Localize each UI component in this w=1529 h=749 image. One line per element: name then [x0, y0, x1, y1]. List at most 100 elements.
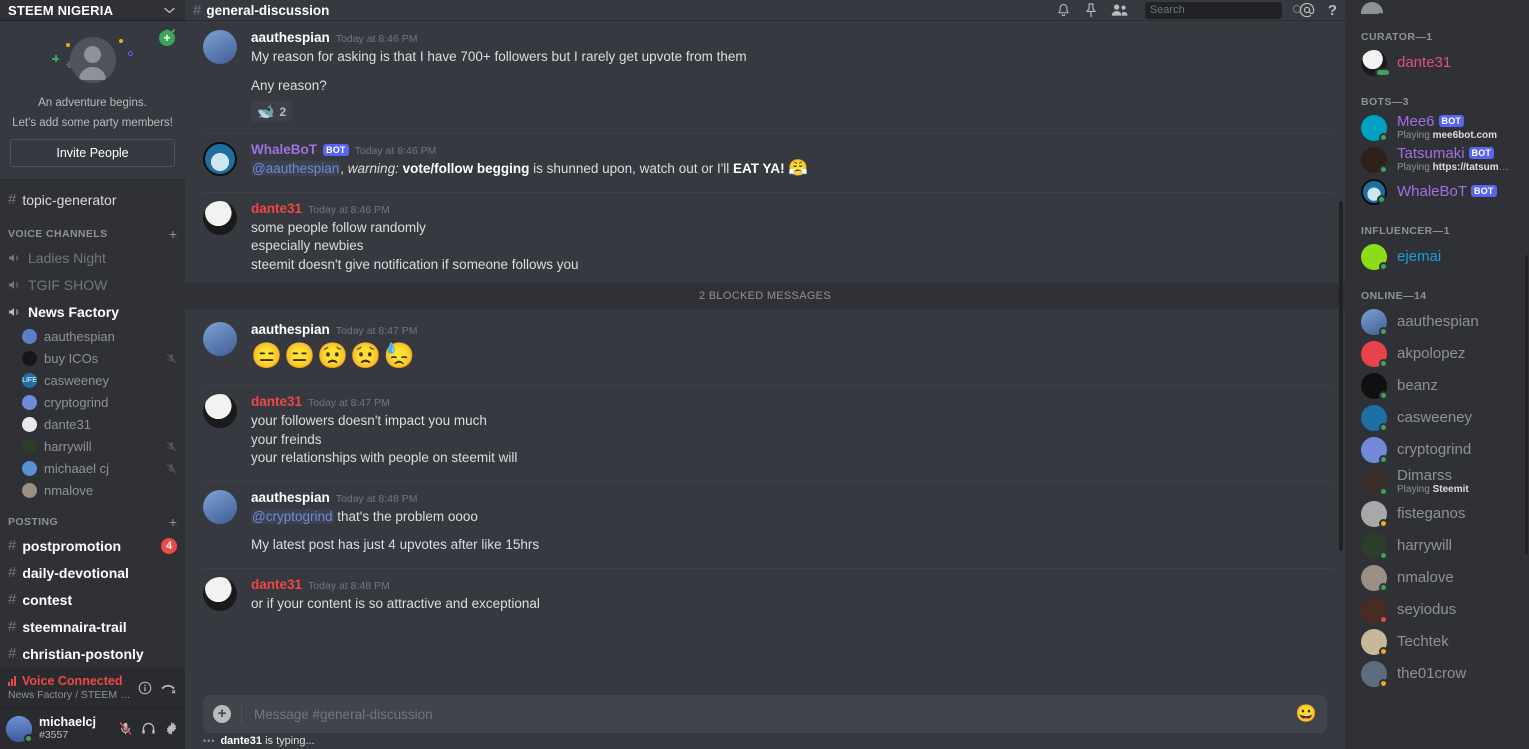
mic-muted-icon[interactable]: [118, 721, 133, 736]
message-text: @cryptogrind that's the problem oooo: [251, 508, 1333, 526]
message-author[interactable]: WhaleBoT: [251, 142, 317, 158]
member-row-ejemai[interactable]: ejemai: [1353, 241, 1521, 273]
member-row-dimarss[interactable]: Dimarss Playing Steemit: [1353, 466, 1521, 498]
member-row-aauthespian[interactable]: aauthespian: [1353, 306, 1521, 338]
member-row-fisteganos[interactable]: fisteganos: [1353, 498, 1521, 530]
add-attachment-icon[interactable]: +: [203, 705, 241, 723]
voice-channel-news-factory[interactable]: News Factory: [0, 298, 185, 325]
pin-icon[interactable]: [1084, 2, 1098, 18]
message-author[interactable]: aauthespian: [251, 490, 330, 506]
avatar[interactable]: [203, 576, 237, 611]
voice-member[interactable]: nmalove: [0, 479, 185, 501]
channel-sidebar: STEEM NIGERIA ✕ ✥ + An adventure begins.…: [0, 0, 185, 749]
channel-topic-generator[interactable]: # topic-generator: [0, 186, 185, 213]
voice-channel-ladies-night[interactable]: Ladies Night: [0, 244, 185, 271]
voice-member[interactable]: LIFE casweeney: [0, 369, 185, 391]
avatar: [1361, 501, 1388, 528]
user-mention[interactable]: @cryptogrind: [251, 508, 334, 524]
plus-icon[interactable]: +: [169, 515, 177, 529]
voice-member-name: michaael cj: [44, 460, 110, 476]
messages-scrollbar[interactable]: [1339, 201, 1343, 551]
member-row-nmalove[interactable]: nmalove: [1353, 562, 1521, 594]
plus-icon[interactable]: +: [169, 227, 177, 241]
channel-steemnaira-trail[interactable]: # steemnaira-trail: [0, 613, 185, 640]
voice-member-name: buy ICOs: [44, 350, 99, 366]
gear-icon[interactable]: [164, 721, 179, 736]
category-posting[interactable]: POSTING +: [0, 501, 185, 532]
message-author[interactable]: aauthespian: [251, 322, 330, 338]
member-row-dante31[interactable]: dante31: [1353, 47, 1521, 79]
emoji-picker-icon[interactable]: 😀: [1296, 704, 1317, 724]
message-timestamp: Today at 8:47 PM: [308, 397, 390, 409]
voice-channel-tgif-show[interactable]: TGIF SHOW: [0, 271, 185, 298]
message-text: @aauthespian, warning: vote/follow beggi…: [251, 160, 1333, 178]
server-header[interactable]: STEEM NIGERIA: [0, 0, 185, 21]
search-input[interactable]: [1149, 4, 1292, 16]
activity-name: Steemit: [1432, 484, 1469, 495]
avatar[interactable]: [203, 142, 237, 176]
bell-icon[interactable]: [1056, 3, 1071, 18]
avatar[interactable]: [203, 394, 237, 428]
voice-member[interactable]: buy ICOs: [0, 347, 185, 369]
status-dot-online: [24, 733, 33, 743]
member-name: akpolopez: [1397, 346, 1466, 362]
member-row-seyiodus[interactable]: seyiodus: [1353, 594, 1521, 626]
activity-name: https://tatsumaki.x…: [1432, 162, 1513, 173]
category-label: VOICE CHANNELS: [8, 228, 108, 240]
at-icon[interactable]: [1299, 2, 1315, 18]
member-row-akpolopez[interactable]: akpolopez: [1353, 338, 1521, 370]
message-author[interactable]: dante31: [251, 201, 302, 217]
voice-member[interactable]: michaael cj: [0, 457, 185, 479]
channel-contest[interactable]: # contest: [0, 586, 185, 613]
members-scrollbar[interactable]: [1525, 255, 1528, 555]
avatar[interactable]: [203, 322, 237, 356]
avatar: [1361, 2, 1385, 14]
members-icon[interactable]: [1111, 3, 1128, 17]
category-voice-channels[interactable]: VOICE CHANNELS +: [0, 213, 185, 244]
disconnect-call-icon[interactable]: [161, 681, 177, 695]
add-member-badge-icon: +: [159, 30, 175, 46]
activity-name: mee6bot.com: [1432, 130, 1498, 141]
avatar[interactable]: [203, 200, 237, 235]
member-row-beanz[interactable]: beanz: [1353, 370, 1521, 402]
voice-member[interactable]: dante31: [0, 413, 185, 435]
member-row-harrywill[interactable]: harrywill: [1353, 530, 1521, 562]
invite-people-button[interactable]: Invite People: [10, 139, 175, 167]
user-mention[interactable]: @aauthespian: [251, 161, 341, 176]
channel-postpromotion[interactable]: # postpromotion 4: [0, 532, 185, 559]
member-name: WhaleBoT: [1397, 184, 1468, 200]
avatar[interactable]: [6, 715, 33, 743]
message-author[interactable]: dante31: [251, 394, 302, 410]
member-row-mee6[interactable]: Mee6 BOT Playing mee6bot.com: [1353, 112, 1521, 144]
avatar: [1361, 147, 1388, 174]
channel-christian-postonly[interactable]: # christian-postonly: [0, 640, 185, 667]
message-timestamp: Today at 8:46 PM: [354, 145, 437, 157]
member-row-whalebot[interactable]: WhaleBoT BOT: [1353, 176, 1521, 208]
search-box[interactable]: [1144, 1, 1304, 19]
member-name: the01crow: [1397, 666, 1467, 682]
message-input[interactable]: [242, 706, 1296, 722]
channel-daily-devotional[interactable]: # daily-devotional: [0, 559, 185, 586]
avatar: [1361, 50, 1391, 77]
hash-icon: #: [8, 191, 17, 208]
member-row-cryptogrind[interactable]: cryptogrind: [1353, 434, 1521, 466]
member-row-techtek[interactable]: Techtek: [1353, 626, 1521, 658]
avatar[interactable]: [203, 489, 237, 524]
avatar[interactable]: [203, 30, 237, 64]
member-row-the01crow[interactable]: the01crow: [1353, 658, 1521, 690]
member-row-casweeney[interactable]: casweeney: [1353, 402, 1521, 434]
info-icon[interactable]: [138, 681, 152, 695]
voice-member[interactable]: harrywill: [0, 435, 185, 457]
message-author[interactable]: aauthespian: [251, 30, 330, 46]
help-icon[interactable]: ?: [1328, 3, 1337, 18]
member-row-partial[interactable]: [1353, 0, 1521, 14]
members-sidebar: CURATOR—1 dante31 BOTS—3 Mee6 BOT Playin…: [1345, 0, 1529, 749]
headphones-icon[interactable]: [141, 721, 156, 736]
blocked-messages-bar[interactable]: 2 BLOCKED MESSAGES: [185, 282, 1345, 310]
page-title: general-discussion: [206, 2, 330, 18]
voice-member[interactable]: aauthespian: [0, 325, 185, 347]
message-author[interactable]: dante31: [251, 577, 302, 593]
member-row-tatsumaki[interactable]: Tatsumaki BOT Playing https://tatsumaki.…: [1353, 144, 1521, 176]
reaction-pill[interactable]: 🐋 2: [251, 101, 293, 122]
voice-member[interactable]: cryptogrind: [0, 391, 185, 413]
